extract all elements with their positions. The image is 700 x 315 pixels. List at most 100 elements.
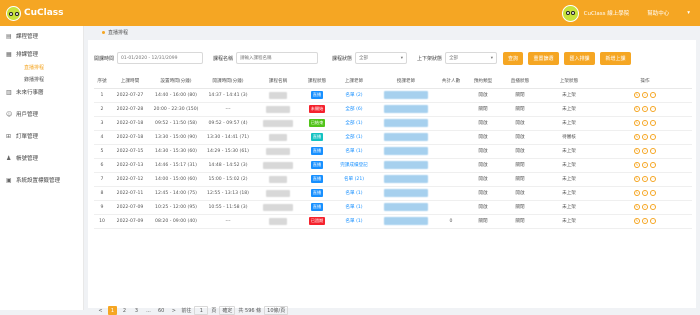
page-button[interactable]: 2 — [120, 306, 129, 315]
edit-icon[interactable]: ✎ — [634, 176, 640, 182]
column-header[interactable]: 操作 — [598, 74, 692, 89]
help-center-link[interactable]: 幫助中心 — [647, 9, 669, 17]
info-icon[interactable]: i — [642, 176, 648, 182]
more-icon[interactable]: ⋯ — [650, 162, 656, 168]
cell-teacher[interactable]: 名單 (2) — [332, 88, 376, 103]
cell-teacher[interactable]: 名單 (1) — [332, 214, 376, 229]
teacher-link[interactable]: 名單 (1) — [345, 191, 362, 196]
column-header[interactable]: 直播狀態 — [500, 74, 540, 89]
prev-page-button[interactable]: < — [96, 306, 105, 315]
more-icon[interactable]: ⋯ — [650, 134, 656, 140]
column-header[interactable]: 開課時間(分鐘) — [202, 74, 254, 89]
edit-icon[interactable]: ✎ — [634, 106, 640, 112]
import-schedule-button[interactable]: 匯入排課 — [564, 51, 596, 65]
shelf-select[interactable]: 全部 ▾ — [445, 52, 498, 64]
cell-teacher[interactable]: 全部 (1) — [332, 116, 376, 131]
search-button[interactable]: 查詢 — [503, 51, 524, 65]
column-header[interactable]: 授課老師 — [376, 74, 436, 89]
edit-icon[interactable]: ✎ — [634, 190, 640, 196]
column-header[interactable]: 上課老師 — [332, 74, 376, 89]
cell-teacher[interactable]: 名單 (1) — [332, 200, 376, 215]
column-header[interactable]: 課程名稱 — [254, 74, 302, 89]
teacher-link[interactable]: 全部 (1) — [345, 135, 362, 140]
avatar[interactable] — [561, 4, 579, 22]
teacher-link[interactable]: 名單 (1) — [345, 219, 362, 224]
cell-teacher[interactable]: 完課成績登記 — [332, 158, 376, 173]
page-button[interactable]: 3 — [132, 306, 141, 315]
table-body: 1 2022-07-27 14:40 - 16:00 (80) 14:37 - 14:… — [94, 88, 692, 229]
logo[interactable]: CuClass — [0, 0, 84, 26]
edit-icon[interactable]: ✎ — [634, 218, 640, 224]
cell-teacher[interactable]: 全部 (1) — [332, 130, 376, 145]
edit-icon[interactable]: ✎ — [634, 162, 640, 168]
edit-icon[interactable]: ✎ — [634, 204, 640, 210]
goto-page-input[interactable]: 1 — [194, 306, 209, 315]
date-range-input[interactable]: 01-01/2020 - 12/31/2099 — [117, 52, 204, 64]
confirm-button[interactable]: 確定 — [219, 306, 236, 315]
page-size-select[interactable]: 10條/頁 — [264, 306, 289, 315]
page-button[interactable]: 1 — [108, 306, 117, 315]
info-icon[interactable]: i — [642, 148, 648, 154]
add-class-button[interactable]: 新增上課 — [600, 51, 632, 65]
more-icon[interactable]: ⋯ — [650, 190, 656, 196]
more-icon[interactable]: ⋯ — [650, 218, 656, 224]
column-header[interactable]: 共計人數 — [436, 74, 466, 89]
info-icon[interactable]: i — [642, 218, 648, 224]
edit-icon[interactable]: ✎ — [634, 92, 640, 98]
more-icon[interactable]: ⋯ — [650, 148, 656, 154]
edit-icon[interactable]: ✎ — [634, 120, 640, 126]
chevron-down-icon[interactable]: ▾ — [687, 10, 690, 16]
cell-count — [436, 144, 466, 159]
teacher-link[interactable]: 全部 (1) — [345, 121, 362, 126]
cell-teacher[interactable]: 名單 (1) — [332, 144, 376, 159]
teacher-link[interactable]: 名單 (2) — [345, 93, 362, 98]
info-icon[interactable]: i — [642, 106, 648, 112]
sidebar-item-users[interactable]: ☺ 用戶管理 — [0, 107, 83, 121]
course-name-input[interactable]: 請輸入課程名稱 — [236, 52, 319, 64]
teacher-link[interactable]: 名單 (21) — [344, 177, 364, 182]
column-header[interactable]: 上課時間 — [110, 74, 150, 89]
edit-icon[interactable]: ✎ — [634, 148, 640, 154]
info-icon[interactable]: i — [642, 190, 648, 196]
info-icon[interactable]: i — [642, 92, 648, 98]
column-header[interactable]: 預約類型 — [466, 74, 500, 89]
sidebar-item-accounts[interactable]: ♟ 帳號管理 — [0, 151, 83, 165]
teacher-link[interactable]: 名單 (1) — [345, 205, 362, 210]
edit-icon[interactable]: ✎ — [634, 134, 640, 140]
column-header[interactable]: 課程狀態 — [302, 74, 332, 89]
tab-live-schedule[interactable]: 直播排程 — [108, 29, 128, 36]
sidebar-sub-live[interactable]: 直播排程 — [0, 61, 83, 73]
info-icon[interactable]: i — [642, 162, 648, 168]
page-button[interactable]: 60 — [156, 306, 166, 315]
shelf-status: 未上架 — [562, 177, 576, 182]
set-time: 14:30 - 15:30 (60) — [155, 148, 197, 154]
more-icon[interactable]: ⋯ — [650, 106, 656, 112]
more-icon[interactable]: ⋯ — [650, 92, 656, 98]
cell-teacher[interactable]: 全部 (6) — [332, 102, 376, 117]
sidebar-item-courses[interactable]: ▤ 課程管理 — [0, 29, 83, 43]
sidebar-item-orders[interactable]: ⊞ 訂單管理 — [0, 129, 83, 143]
more-icon[interactable]: ⋯ — [650, 176, 656, 182]
sidebar-sub-recorded[interactable]: 錄播排程 — [0, 73, 83, 85]
sidebar-item-scheduling[interactable]: ▦ 排課管理 — [0, 47, 83, 61]
info-icon[interactable]: i — [642, 134, 648, 140]
status-select[interactable]: 全部 ▾ — [355, 52, 408, 64]
teacher-link[interactable]: 完課成績登記 — [340, 163, 368, 168]
more-icon[interactable]: ⋯ — [650, 204, 656, 210]
more-icon[interactable]: ⋯ — [650, 120, 656, 126]
cell-teacher[interactable]: 名單 (21) — [332, 172, 376, 187]
info-icon[interactable]: i — [642, 120, 648, 126]
cell-teacher[interactable]: 名單 (1) — [332, 186, 376, 201]
user-menu[interactable]: CuClass 線上學院 — [584, 9, 630, 17]
column-header[interactable]: 上架狀態 — [540, 74, 598, 89]
sidebar-item-settings[interactable]: ▣ 系統設置標籤管理 — [0, 173, 83, 187]
column-header[interactable]: 設置時間(分鐘) — [150, 74, 202, 89]
booking-type: 開啟 — [478, 121, 488, 126]
column-header[interactable]: 序號 — [94, 74, 110, 89]
teacher-link[interactable]: 名單 (1) — [345, 149, 362, 154]
sidebar-item-calendar[interactable]: ▥ 未來行事曆 — [0, 85, 83, 99]
info-icon[interactable]: i — [642, 204, 648, 210]
next-page-button[interactable]: > — [169, 306, 178, 315]
reset-filters-button[interactable]: 重置篩選 — [528, 51, 560, 65]
teacher-link[interactable]: 全部 (6) — [345, 107, 362, 112]
